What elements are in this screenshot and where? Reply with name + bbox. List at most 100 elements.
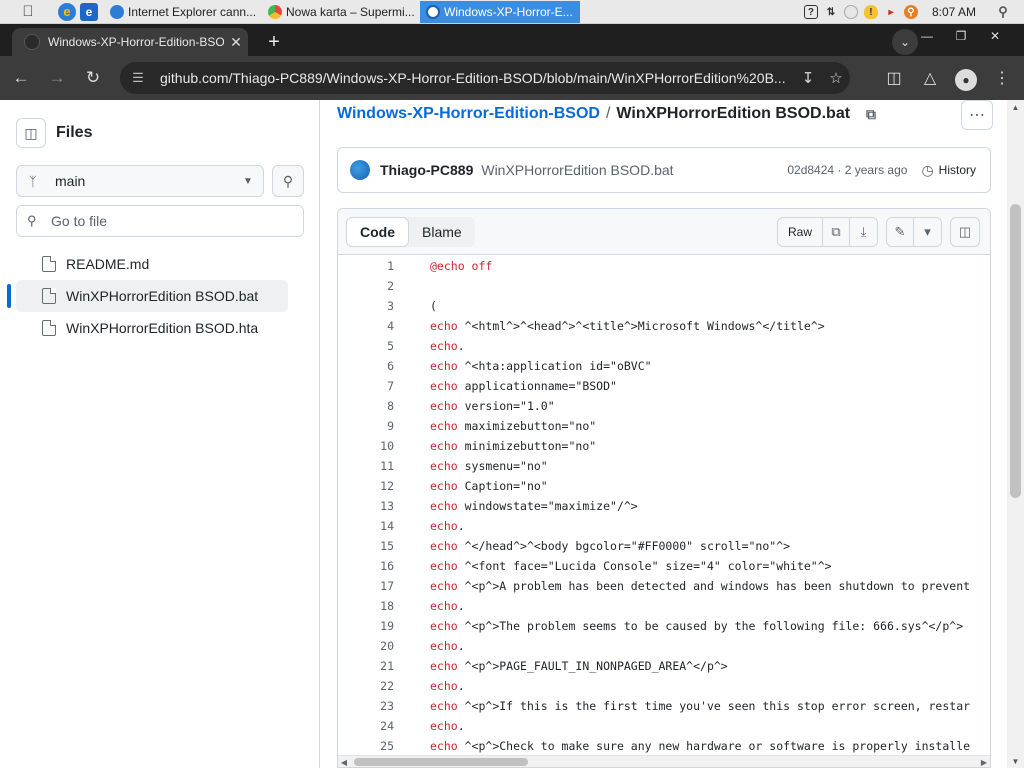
file-tree-item-bat[interactable]: WinXPHorrorEdition BSOD.bat [7,280,288,312]
scroll-down-icon[interactable]: ▼ [1007,754,1024,768]
line-number[interactable]: 2 [338,279,394,293]
taskbar-item-new-tab[interactable]: Nowa karta – Supermi... [262,1,414,23]
raw-button[interactable]: Raw [778,218,823,246]
code-text: minimizebutton="no" [457,439,597,453]
browser-tab[interactable]: Windows-XP-Horror-Edition-BSOD/ ✕ [12,28,248,56]
vertical-scrollbar[interactable]: ▲ ▼ [1007,100,1024,768]
internet-explorer-alt-icon[interactable]: e [80,2,98,21]
line-number[interactable]: 17 [338,579,394,593]
volume-icon[interactable]: ▸ [884,5,898,19]
line-number[interactable]: 5 [338,339,394,353]
help-icon[interactable]: ? [803,5,818,19]
labs-flask-icon[interactable]: △ [916,64,944,92]
scrollbar-thumb[interactable] [1010,204,1021,498]
edit-pencil-icon[interactable]: ✎ [887,218,914,246]
line-number[interactable]: 13 [338,499,394,513]
keyword-token: echo [430,739,458,753]
code-line: 12 echo Caption="no" [338,476,990,496]
commit-meta[interactable]: 02d8424 · 2 years ago [787,163,907,177]
internet-explorer-icon[interactable]: e [58,2,76,21]
bookmark-star-icon[interactable]: ☆ [822,69,850,87]
search-icon[interactable]: ⚲ [996,4,1010,19]
file-tree-item-readme[interactable]: README.md [16,248,288,280]
line-number[interactable]: 20 [338,639,394,653]
scroll-right-icon[interactable]: ▶ [978,756,990,767]
keyword-token: echo [430,579,458,593]
history-button[interactable]: ◷ History [921,162,976,179]
commit-author[interactable]: Thiago-PC889 [380,162,473,178]
search-tray-icon[interactable]: ⚲ [903,5,918,19]
back-arrow-icon[interactable]: ← [6,63,36,93]
site-info-icon[interactable]: ☰ [130,70,146,85]
line-number[interactable]: 19 [338,619,394,633]
search-files-button[interactable]: ⚲ [272,165,304,197]
keyword-token: echo [430,539,458,553]
copy-path-icon[interactable]: ⧉ [862,105,880,123]
cloud-icon[interactable] [843,5,858,19]
line-number[interactable]: 24 [338,719,394,733]
taskbar-item-active-window[interactable]: Windows-XP-Horror-E... [420,0,580,23]
copy-raw-icon[interactable]: ⧉ [823,218,850,246]
code-line: 14 echo. [338,516,990,536]
line-number[interactable]: 16 [338,559,394,573]
avatar[interactable] [350,160,370,180]
restore-icon[interactable]: ❐ [944,26,978,46]
line-number[interactable]: 12 [338,479,394,493]
scroll-left-icon[interactable]: ◀ [338,756,350,767]
address-bar[interactable]: ☰ github.com/Thiago-PC889/Windows-XP-Hor… [120,62,850,94]
line-number[interactable]: 7 [338,379,394,393]
branch-selector[interactable]: ᛉ main ▼ [16,165,264,197]
close-icon[interactable]: ✕ [978,26,1012,46]
more-options-icon[interactable]: ⋯ [961,100,993,130]
profile-avatar-icon[interactable]: ● [952,64,980,92]
file-view: Windows-XP-Horror-Edition-BSOD / WinXPHo… [321,100,1007,768]
collapse-sidebar-icon[interactable]: ◫ [16,118,46,148]
line-number[interactable]: 11 [338,459,394,473]
tab-blame[interactable]: Blame [409,217,475,247]
file-tree-item-hta[interactable]: WinXPHorrorEdition BSOD.hta [16,312,288,344]
reload-icon[interactable]: ↻ [78,63,108,93]
taskbar-item-internet-explorer[interactable]: Internet Explorer cann... [104,1,256,23]
forward-arrow-icon[interactable]: → [42,63,72,93]
browser-menu-icon[interactable]: ⋮ [988,64,1016,92]
close-tab-icon[interactable]: ✕ [224,34,248,51]
extensions-icon[interactable]: ◫ [880,64,908,92]
caret-down-icon[interactable]: ▾ [914,218,941,246]
tab-code[interactable]: Code [346,217,409,247]
code-line: 24 echo. [338,716,990,736]
keyword-token: echo [430,479,458,493]
horizontal-scrollbar[interactable]: ◀ ▶ [338,755,990,767]
download-icon[interactable]: ⤓ [850,218,877,246]
file-tree: README.md WinXPHorrorEdition BSOD.bat Wi… [7,248,288,344]
line-number[interactable]: 9 [338,419,394,433]
install-app-icon[interactable]: ↧ [794,69,822,87]
new-tab-button[interactable]: + [262,30,286,54]
network-icon[interactable]: ⇅ [824,5,838,19]
minimize-icon[interactable]: — [910,26,944,46]
line-number[interactable]: 15 [338,539,394,553]
line-number[interactable]: 3 [338,299,394,313]
line-number[interactable]: 4 [338,319,394,333]
line-number[interactable]: 21 [338,659,394,673]
breadcrumb-repo-link[interactable]: Windows-XP-Horror-Edition-BSOD [337,105,600,123]
scroll-up-icon[interactable]: ▲ [1007,100,1024,114]
scrollbar-thumb[interactable] [354,758,528,766]
apple-icon[interactable]:  [18,2,38,22]
line-number[interactable]: 25 [338,739,394,753]
go-to-file-input[interactable]: ⚲ Go to file [16,205,304,237]
line-content: echo maximizebutton="no" [430,419,596,433]
symbols-panel-icon[interactable]: ◫ [950,217,980,247]
clock[interactable]: 8:07 AM [932,5,976,19]
shield-icon[interactable]: ! [863,5,878,19]
line-number[interactable]: 8 [338,399,394,413]
url-text[interactable]: github.com/Thiago-PC889/Windows-XP-Horro… [160,70,794,86]
line-number[interactable]: 14 [338,519,394,533]
line-number[interactable]: 23 [338,699,394,713]
commit-message[interactable]: WinXPHorrorEdition BSOD.bat [481,162,787,178]
line-number[interactable]: 1 [338,259,394,273]
line-number[interactable]: 22 [338,679,394,693]
line-number[interactable]: 10 [338,439,394,453]
line-number[interactable]: 6 [338,359,394,373]
line-number[interactable]: 18 [338,599,394,613]
keyword-token: echo [430,319,458,333]
